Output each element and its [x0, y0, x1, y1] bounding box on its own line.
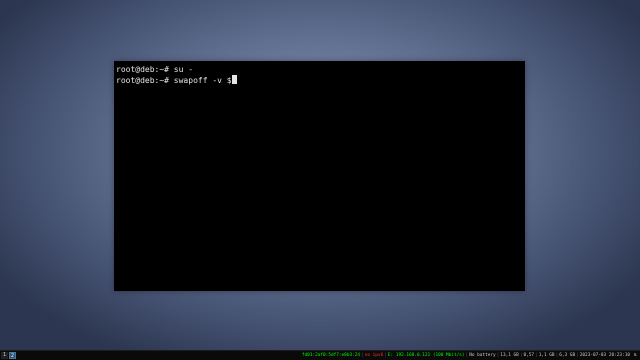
desktop-background: root@deb:~# su - root@deb:~# swapoff -v …: [0, 0, 640, 350]
memory-total-status: 6,3 GB: [559, 353, 576, 358]
load-status: 0,57: [523, 353, 535, 358]
ipv6-status: fd01:2af0:5df7:e8b3:24: [301, 353, 361, 358]
clock: 2023-07-03 20:23:10: [579, 353, 630, 358]
text-cursor: [231, 75, 237, 84]
disk-status: 13,1 GB: [500, 353, 519, 358]
workspace-switcher: 1 2: [1, 352, 16, 359]
network-icon[interactable]: ⇅: [632, 352, 639, 359]
status-bar: 1 2 fd01:2af0:5df7:e8b3:24 | no ipv6 | E…: [0, 350, 640, 360]
terminal-output: root@deb:~# su - root@deb:~# swapoff -v …: [116, 64, 523, 86]
terminal-line: root@deb:~# su -: [116, 65, 194, 74]
memory-used-status: 1,1 GB: [538, 353, 555, 358]
ethernet-status: E: 192.168.0.121 (100 Mbit/s): [387, 353, 465, 358]
workspace-button-2[interactable]: 2: [9, 352, 16, 359]
terminal-window[interactable]: root@deb:~# su - root@deb:~# swapoff -v …: [114, 61, 525, 291]
wireless-status: no ipv6: [364, 353, 384, 358]
battery-status: No battery: [469, 353, 496, 358]
status-blocks: fd01:2af0:5df7:e8b3:24 | no ipv6 | E: 19…: [302, 351, 630, 360]
terminal-prompt-line[interactable]: root@deb:~# swapoff -v $: [116, 75, 523, 86]
terminal-command-text: root@deb:~# swapoff -v $: [116, 76, 232, 85]
workspace-button-1[interactable]: 1: [1, 352, 8, 359]
